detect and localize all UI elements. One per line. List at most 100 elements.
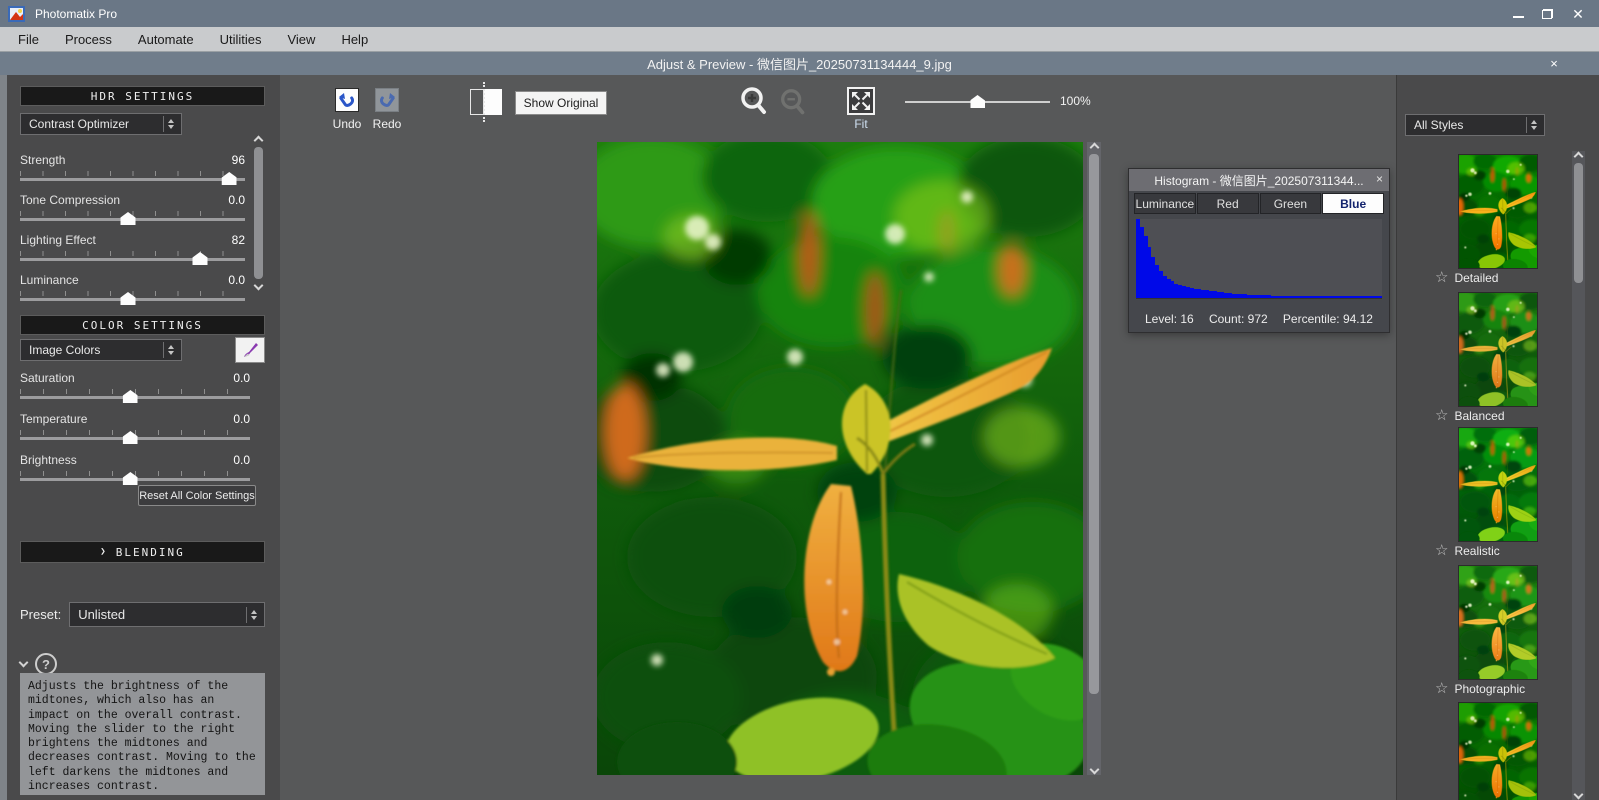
- style-thumbnail[interactable]: [1458, 702, 1538, 800]
- scrollbar-thumb[interactable]: [254, 147, 263, 279]
- slider-lighting-effect: Lighting Effect82: [20, 233, 245, 261]
- slider-ticks: [20, 471, 250, 476]
- menu-view[interactable]: View: [274, 27, 328, 52]
- style-item-realistic[interactable]: ☆Realistic: [1458, 427, 1538, 542]
- menu-utilities[interactable]: Utilities: [207, 27, 275, 52]
- redo-label: Redo: [363, 117, 411, 131]
- slider-track[interactable]: [20, 396, 250, 399]
- star-icon[interactable]: ☆: [1435, 409, 1448, 423]
- menu-help[interactable]: Help: [328, 27, 381, 52]
- scroll-up-icon[interactable]: [254, 136, 264, 146]
- slider-label: Brightness: [20, 453, 77, 467]
- show-original-button[interactable]: Show Original: [515, 91, 607, 115]
- style-label: Balanced: [1454, 409, 1504, 423]
- star-icon[interactable]: ☆: [1435, 271, 1448, 285]
- zoom-in-button[interactable]: [738, 85, 772, 119]
- compare-split-line: [483, 82, 485, 122]
- redo-icon: [378, 91, 396, 109]
- slider-track[interactable]: [20, 218, 245, 221]
- hdr-sliders-scrollbar[interactable]: [252, 137, 265, 289]
- histogram-close-icon[interactable]: ×: [1376, 172, 1383, 186]
- scroll-up-icon[interactable]: [1574, 152, 1584, 162]
- slider-ticks: [20, 211, 245, 216]
- styles-filter-dropdown[interactable]: All Styles: [1405, 114, 1545, 136]
- undo-icon: [338, 91, 356, 109]
- histogram-level: Level: 16: [1145, 312, 1194, 326]
- dropdown-spinner-icon: [163, 342, 177, 358]
- scroll-up-icon[interactable]: [1089, 143, 1099, 153]
- style-item-detailed[interactable]: ☆Detailed: [1458, 154, 1538, 269]
- slider-track[interactable]: [20, 478, 250, 481]
- style-thumbnail[interactable]: [1458, 427, 1538, 542]
- zoom-slider-track[interactable]: [905, 101, 1050, 103]
- style-item-photographic[interactable]: ☆Photographic: [1458, 565, 1538, 680]
- zoom-out-button[interactable]: [778, 87, 810, 119]
- style-label: Detailed: [1454, 271, 1498, 285]
- scrollbar-thumb[interactable]: [1089, 154, 1099, 694]
- star-icon[interactable]: ☆: [1435, 544, 1448, 558]
- style-item-partial[interactable]: ☆: [1458, 702, 1538, 800]
- window-title: Photomatix Pro: [35, 7, 117, 21]
- left-edge-strip: [0, 75, 7, 800]
- compare-before-after-button[interactable]: [470, 89, 502, 115]
- slider-brightness: Brightness0.0: [20, 453, 250, 481]
- menu-file[interactable]: File: [0, 27, 52, 52]
- image-vertical-scrollbar[interactable]: [1087, 142, 1101, 775]
- tab-blue[interactable]: Blue: [1322, 193, 1384, 214]
- histogram-bars: [1136, 219, 1382, 299]
- hdr-method-dropdown[interactable]: Contrast Optimizer: [20, 113, 182, 135]
- chevron-right-icon: ❯: [100, 547, 107, 557]
- menu-process[interactable]: Process: [52, 27, 125, 52]
- slider-value: 0.0: [228, 193, 245, 207]
- fit-button[interactable]: [847, 87, 875, 115]
- slider-ticks: [20, 389, 250, 394]
- scroll-down-icon[interactable]: [1574, 790, 1584, 800]
- reset-color-settings-button[interactable]: Reset All Color Settings: [138, 485, 256, 506]
- slider-value: 0.0: [233, 371, 250, 385]
- slider-track[interactable]: [20, 298, 245, 301]
- slider-label: Strength: [20, 153, 65, 167]
- preset-dropdown[interactable]: Unlisted: [69, 602, 265, 627]
- redo-button[interactable]: [375, 88, 399, 112]
- style-thumbnail[interactable]: [1458, 565, 1538, 680]
- preview-image[interactable]: [597, 142, 1083, 775]
- star-icon[interactable]: ☆: [1435, 682, 1448, 696]
- help-text: Adjusts the brightness of the midtones, …: [20, 673, 265, 795]
- slider-ticks: [20, 291, 245, 296]
- dropdown-spinner-icon: [163, 116, 177, 132]
- menu-automate[interactable]: Automate: [125, 27, 207, 52]
- scrollbar-thumb[interactable]: [1574, 163, 1583, 283]
- compare-left-half: [470, 89, 484, 115]
- slider-track[interactable]: [20, 178, 245, 181]
- style-thumbnail[interactable]: [1458, 154, 1538, 269]
- scroll-down-icon[interactable]: [1089, 765, 1099, 775]
- slider-saturation: Saturation 0.0: [20, 371, 250, 399]
- slider-track[interactable]: [20, 437, 250, 440]
- tab-luminance[interactable]: Luminance: [1134, 193, 1196, 214]
- compare-right-half: [484, 89, 502, 115]
- histogram-titlebar[interactable]: Histogram - 微信图片_202507311344... ×: [1129, 169, 1389, 191]
- zoom-slider-thumb[interactable]: [970, 95, 985, 108]
- tab-red[interactable]: Red: [1197, 193, 1259, 214]
- blending-section-header[interactable]: ❯ BLENDING: [20, 541, 265, 563]
- color-method-dropdown[interactable]: Image Colors: [20, 339, 182, 361]
- color-sliders: Saturation0.0 Temperature0.0 Brightness0…: [20, 371, 250, 481]
- style-item-balanced[interactable]: ☆Balanced: [1458, 292, 1538, 407]
- color-brush-button[interactable]: [235, 337, 265, 363]
- minimize-button[interactable]: [1513, 10, 1524, 18]
- style-thumbnail[interactable]: [1458, 292, 1538, 407]
- close-button[interactable]: ✕: [1571, 8, 1585, 20]
- tab-green[interactable]: Green: [1260, 193, 1322, 214]
- styles-filter-value: All Styles: [1414, 118, 1522, 132]
- help-toggle[interactable]: ?: [20, 653, 265, 675]
- restore-button[interactable]: [1542, 9, 1553, 19]
- slider-label: Saturation: [20, 371, 75, 385]
- slider-strength: Strength96: [20, 153, 245, 181]
- scroll-down-icon[interactable]: [254, 281, 264, 291]
- style-label: Realistic: [1454, 544, 1499, 558]
- slider-track[interactable]: [20, 258, 245, 261]
- document-close-icon[interactable]: ×: [1547, 56, 1561, 71]
- undo-button[interactable]: [335, 88, 359, 112]
- styles-scrollbar[interactable]: [1572, 151, 1585, 800]
- hdr-settings-header: HDR SETTINGS: [20, 86, 265, 106]
